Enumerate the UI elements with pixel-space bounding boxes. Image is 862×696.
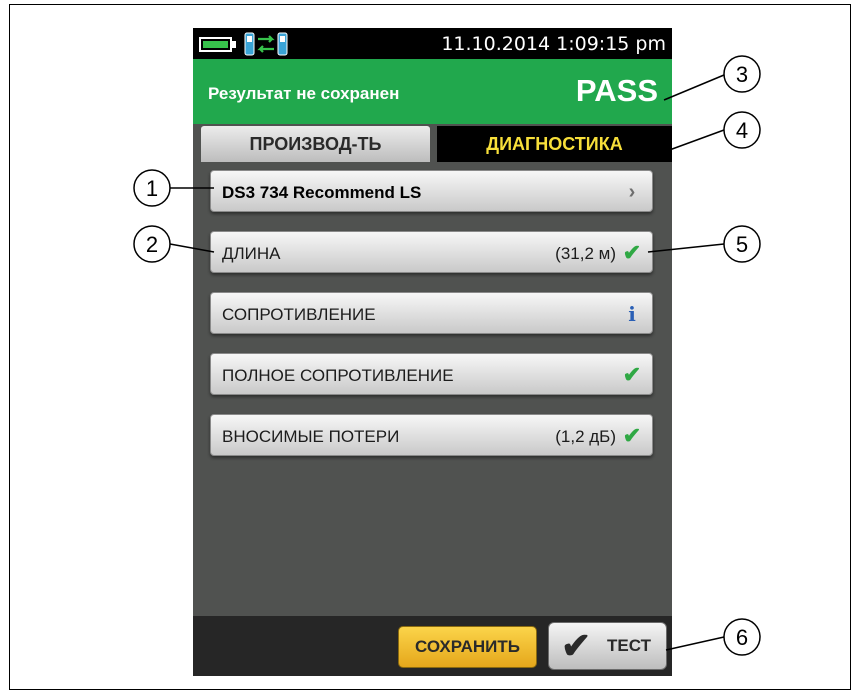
length-label: ДЛИНА xyxy=(222,244,281,263)
check-icon: ✔ xyxy=(622,423,642,448)
remote-link-icon xyxy=(244,32,288,56)
test-limit-label: DS3 734 Recommend LS xyxy=(222,183,422,202)
length-row[interactable]: ДЛИНА (31,2 м) ✔ xyxy=(210,231,653,273)
check-icon: ✔ xyxy=(622,362,642,387)
tab-diagnostics[interactable]: ДИАГНОСТИКА xyxy=(437,126,672,162)
test-button[interactable]: ✔ ТЕСТ xyxy=(548,622,667,670)
result-banner: Результат не сохранен PASS xyxy=(193,59,672,124)
tester-screen: 11.10.2014 1:09:15 pm Результат не сохра… xyxy=(193,28,672,676)
battery-icon xyxy=(199,37,232,52)
save-status-text: Результат не сохранен xyxy=(208,84,400,103)
tab-bar: ПРОИЗВОД-ТЬ ДИАГНОСТИКА xyxy=(193,124,672,162)
info-icon: i xyxy=(628,302,636,326)
battery-tip xyxy=(232,41,236,48)
chevron-right-icon: › xyxy=(628,181,636,203)
test-button-label: ТЕСТ xyxy=(607,636,651,655)
impedance-label: ПОЛНОЕ СОПРОТИВЛЕНИЕ xyxy=(222,366,454,385)
insertion-loss-label: ВНОСИМЫЕ ПОТЕРИ xyxy=(222,427,400,446)
resistance-label: СОПРОТИВЛЕНИЕ xyxy=(222,305,376,324)
resistance-row[interactable]: СОПРОТИВЛЕНИЕ i xyxy=(210,292,653,334)
bottom-toolbar: СОХРАНИТЬ ✔ ТЕСТ xyxy=(193,616,672,676)
insertion-loss-row[interactable]: ВНОСИМЫЕ ПОТЕРИ (1,2 дБ) ✔ xyxy=(210,414,653,456)
tab-performance[interactable]: ПРОИЗВОД-ТЬ xyxy=(201,126,430,162)
insertion-loss-value: (1,2 дБ) xyxy=(555,427,616,446)
impedance-row[interactable]: ПОЛНОЕ СОПРОТИВЛЕНИЕ ✔ xyxy=(210,353,653,395)
test-limit-row[interactable]: DS3 734 Recommend LS › xyxy=(210,170,653,212)
check-icon: ✔ xyxy=(561,625,592,666)
datetime-display: 11.10.2014 1:09:15 pm xyxy=(441,33,666,55)
check-icon: ✔ xyxy=(622,240,642,265)
length-value: (31,2 м) xyxy=(555,244,616,263)
save-button[interactable]: СОХРАНИТЬ xyxy=(398,626,537,668)
status-bar: 11.10.2014 1:09:15 pm xyxy=(193,28,672,59)
pass-status: PASS xyxy=(575,73,658,108)
